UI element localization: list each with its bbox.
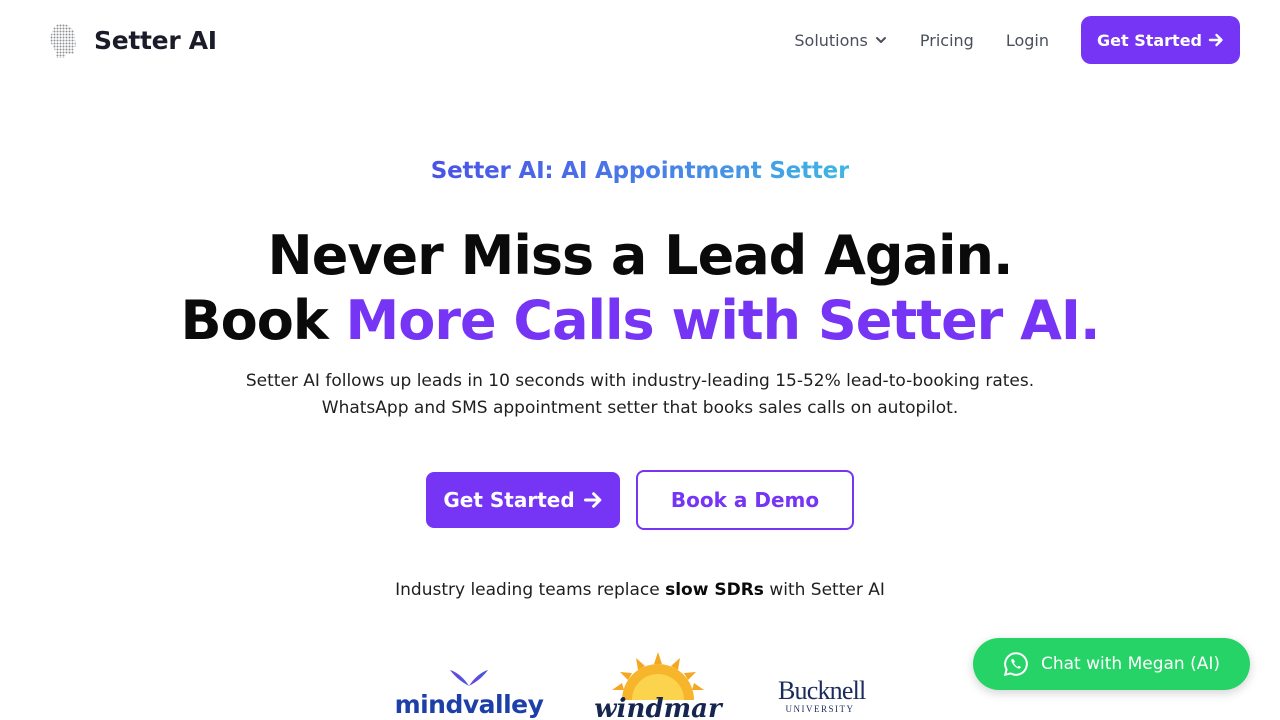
mindvalley-wings-icon [450, 670, 488, 686]
chevron-down-icon [875, 37, 886, 43]
hero-eyebrow-text: Setter AI: AI Appointment Setter [430, 158, 850, 184]
nav-solutions-label: Solutions [794, 30, 868, 50]
trust-bold: slow SDRs [665, 580, 764, 600]
nav-links: Solutions Pricing Login Get Started [794, 16, 1240, 64]
brand-name: Setter AI [94, 25, 217, 55]
hero-subtitle-line2: WhatsApp and SMS appointment setter that… [321, 398, 959, 418]
whatsapp-icon [1003, 652, 1028, 677]
head-logo-icon [50, 23, 76, 58]
nav-pricing[interactable]: Pricing [920, 31, 974, 50]
mindvalley-logo: mindvalley [394, 666, 544, 720]
hero-book-demo-button[interactable]: Book a Demo [636, 470, 854, 530]
nav-solutions[interactable]: Solutions [794, 31, 888, 50]
hero-headline-plain: Book [180, 289, 346, 352]
trust-prefix: Industry leading teams replace [395, 580, 666, 600]
hero-headline-line2: Book More Calls with Setter AI. [0, 289, 1280, 352]
bucknell-wordmark: Bucknell [778, 676, 866, 705]
top-nav: Setter AI Solutions Pricing Login Get St… [0, 0, 1280, 80]
hero-eyebrow: Setter AI: AI Appointment Setter [0, 158, 1280, 184]
bucknell-logo: Bucknell UNIVERSITY [778, 676, 866, 720]
hero-subtitle-line1: Setter AI follows up leads in 10 seconds… [245, 371, 1035, 391]
hero-cta-row: Get Started Book a Demo [0, 470, 1280, 530]
windmar-logo: windmar [588, 650, 728, 720]
chat-with-megan-button[interactable]: Chat with Megan (AI) [973, 638, 1250, 690]
hero-get-started-button[interactable]: Get Started [426, 472, 620, 528]
hero-get-started-label: Get Started [443, 488, 575, 512]
chat-label: Chat with Megan (AI) [1040, 654, 1221, 674]
hero-headline-accent: More Calls with Setter AI. [345, 289, 1101, 352]
bucknell-subtitle: UNIVERSITY [785, 704, 855, 714]
arrow-right-icon [583, 492, 602, 508]
nav-login[interactable]: Login [1006, 31, 1049, 50]
arrow-right-icon [1208, 33, 1223, 47]
mindvalley-wordmark: mindvalley [394, 690, 544, 719]
hero-headline-line1: Never Miss a Lead Again. [267, 224, 1014, 287]
brand-home-link[interactable]: Setter AI [44, 20, 217, 60]
windmar-wordmark: windmar [594, 694, 722, 720]
trust-line: Industry leading teams replace slow SDRs… [0, 580, 1280, 600]
nav-get-started-button[interactable]: Get Started [1081, 16, 1240, 64]
trust-suffix: with Setter AI [763, 580, 885, 600]
nav-get-started-label: Get Started [1096, 30, 1202, 50]
